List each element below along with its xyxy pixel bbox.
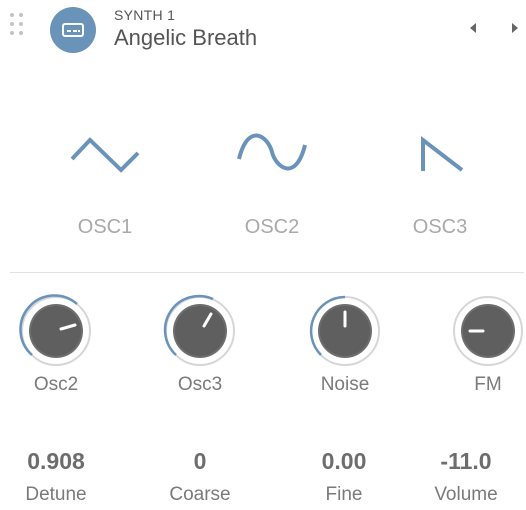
detune-param[interactable]: 0.908 Detune (1, 448, 111, 506)
previous-preset-button[interactable] (460, 15, 486, 41)
osc1-selector[interactable]: OSC1 (45, 118, 165, 258)
knob-label: Noise (320, 374, 370, 395)
detune-label: Detune (25, 484, 87, 505)
volume-label: Volume (434, 484, 498, 505)
next-preset-button[interactable] (500, 15, 526, 41)
osc3-level-knob-control[interactable]: Osc3 (148, 292, 252, 396)
detune-value[interactable]: 0.908 (1, 448, 111, 475)
knob-label: FM (474, 374, 502, 395)
osc3-knob[interactable] (161, 292, 239, 370)
fine-label: Fine (325, 484, 363, 505)
knob-label: Osc2 (33, 374, 79, 395)
coarse-label: Coarse (169, 484, 231, 505)
sine-wave-icon (237, 133, 307, 171)
triangle-wave-icon (70, 137, 140, 173)
osc1-label: OSC1 (77, 216, 133, 238)
coarse-param[interactable]: 0 Coarse (145, 448, 255, 506)
volume-value[interactable]: -11.0 (411, 448, 521, 475)
drag-handle-icon[interactable] (10, 13, 26, 43)
fm-amount-knob-control[interactable]: FM (436, 292, 526, 396)
preset-name[interactable]: Angelic Breath (114, 25, 257, 51)
coarse-value[interactable]: 0 (145, 448, 255, 475)
noise-level-knob-control[interactable]: Noise (293, 292, 397, 396)
section-divider (10, 272, 524, 273)
osc2-knob[interactable] (17, 292, 95, 370)
synth-device-icon (50, 7, 96, 53)
instrument-slot-label: SYNTH 1 (114, 7, 176, 23)
knob-label: Osc3 (177, 374, 223, 395)
volume-param[interactable]: -11.0 Volume (411, 448, 521, 506)
osc3-label: OSC3 (412, 216, 468, 238)
chevron-right-icon (512, 23, 518, 33)
chevron-left-icon (470, 23, 476, 33)
fm-knob[interactable] (449, 292, 526, 370)
fine-param[interactable]: 0.00 Fine (289, 448, 399, 506)
noise-knob[interactable] (306, 292, 384, 370)
sawtooth-wave-icon (421, 135, 464, 172)
osc3-selector[interactable]: OSC3 (380, 118, 500, 258)
osc2-selector[interactable]: OSC2 (212, 118, 332, 258)
osc2-level-knob-control[interactable]: Osc2 (4, 292, 108, 396)
fine-value[interactable]: 0.00 (289, 448, 399, 475)
osc2-label: OSC2 (244, 216, 300, 238)
